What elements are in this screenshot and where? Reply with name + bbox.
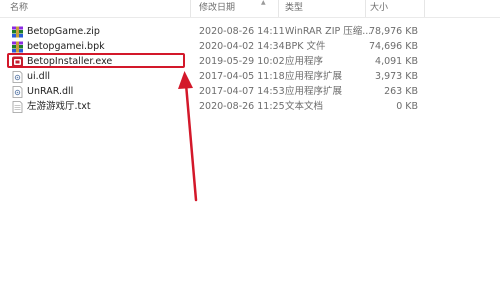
column-header-name[interactable]: 名称 bbox=[10, 3, 28, 14]
column-header-date[interactable]: 修改日期 bbox=[199, 3, 235, 14]
file-size: 4,091 KB bbox=[375, 56, 418, 67]
file-type: 应用程序扩展 bbox=[285, 71, 343, 82]
file-date: 2019-05-29 10:02 bbox=[199, 56, 285, 67]
file-size: 3,973 KB bbox=[375, 71, 418, 82]
column-divider[interactable] bbox=[190, 0, 191, 17]
column-divider[interactable] bbox=[424, 0, 425, 17]
column-divider[interactable] bbox=[365, 0, 366, 17]
dll-file-icon bbox=[12, 71, 23, 83]
file-row[interactable]: BetopGame.zip 2020-08-26 14:11 WinRAR ZI… bbox=[0, 24, 500, 40]
dll-file-icon bbox=[12, 86, 23, 98]
column-divider[interactable] bbox=[278, 0, 279, 17]
column-header-bar: 名称 修改日期 ▲ 类型 大小 bbox=[0, 0, 500, 18]
file-date: 2017-04-07 14:53 bbox=[199, 86, 285, 97]
column-header-type[interactable]: 类型 bbox=[285, 3, 303, 14]
file-type: 应用程序扩展 bbox=[285, 86, 343, 97]
file-name: BetopGame.zip bbox=[27, 26, 100, 37]
file-name: 左游游戏厅.txt bbox=[27, 101, 91, 112]
file-size: 0 KB bbox=[396, 101, 418, 112]
file-size: 74,696 KB bbox=[368, 41, 418, 52]
file-name: betopgamei.bpk bbox=[27, 41, 105, 52]
winrar-zip-icon bbox=[12, 26, 23, 38]
file-size: 263 KB bbox=[384, 86, 418, 97]
file-type: WinRAR ZIP 压缩... bbox=[285, 26, 372, 37]
file-row[interactable]: UnRAR.dll 2017-04-07 14:53 应用程序扩展 263 KB bbox=[0, 84, 500, 100]
file-date: 2017-04-05 11:18 bbox=[199, 71, 285, 82]
file-date: 2020-04-02 14:34 bbox=[199, 41, 285, 52]
text-file-icon bbox=[12, 101, 23, 113]
file-type: 文本文档 bbox=[285, 101, 324, 112]
file-type: BPK 文件 bbox=[285, 41, 326, 52]
file-date: 2020-08-26 11:25 bbox=[199, 101, 285, 112]
file-type: 应用程序 bbox=[285, 56, 324, 67]
file-row[interactable]: ui.dll 2017-04-05 11:18 应用程序扩展 3,973 KB bbox=[0, 69, 500, 85]
file-name: UnRAR.dll bbox=[27, 86, 74, 97]
winrar-archive-icon bbox=[12, 41, 23, 53]
file-row[interactable]: 左游游戏厅.txt 2020-08-26 11:25 文本文档 0 KB bbox=[0, 99, 500, 115]
sort-up-icon: ▲ bbox=[261, 0, 266, 6]
highlight-box bbox=[7, 53, 185, 68]
column-header-size[interactable]: 大小 bbox=[370, 3, 388, 14]
file-size: 78,976 KB bbox=[368, 26, 418, 37]
file-name: ui.dll bbox=[27, 71, 50, 82]
file-date: 2020-08-26 14:11 bbox=[199, 26, 285, 37]
